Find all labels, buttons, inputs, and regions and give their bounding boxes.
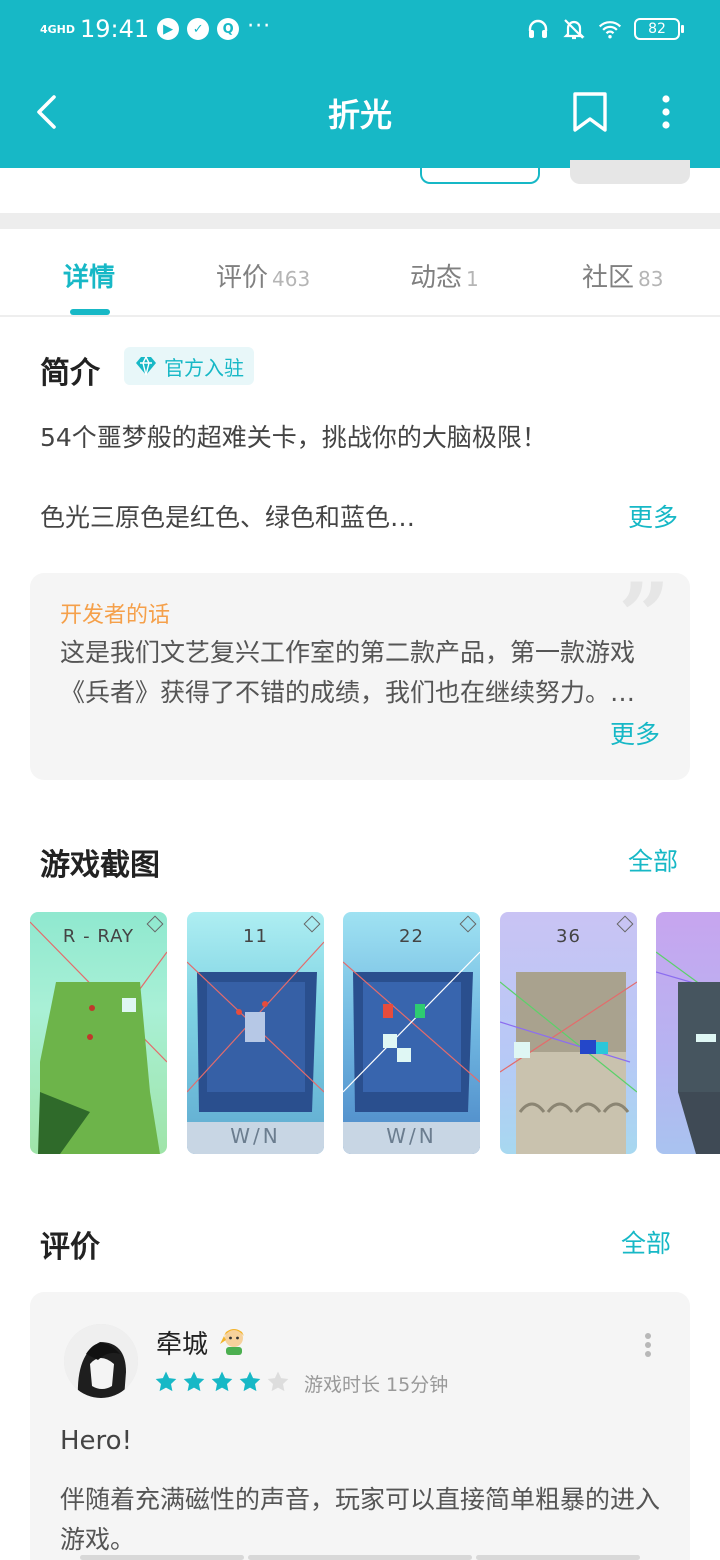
battery-indicator: 82 bbox=[634, 18, 684, 40]
rating-stars bbox=[154, 1370, 290, 1394]
review-body: 伴随着充满磁性的声音，玩家可以直接简单粗暴的进入游戏。 bbox=[60, 1485, 661, 1554]
screenshot-win-text: W/N bbox=[230, 1124, 281, 1148]
screenshot-scene bbox=[656, 951, 720, 1154]
diamond-icon bbox=[136, 356, 156, 376]
status-time: 19:41 bbox=[80, 15, 150, 43]
screenshots-all-link[interactable]: 全部 bbox=[628, 842, 678, 878]
screenshot-scene bbox=[500, 972, 637, 1154]
tab-label: 社区 bbox=[582, 263, 635, 293]
reviews-title: 评价 bbox=[40, 1230, 100, 1265]
screenshot-scene bbox=[343, 951, 480, 1154]
screenshot-label: 22 bbox=[399, 926, 424, 947]
tab-label: 详情 bbox=[63, 263, 116, 293]
tab-community[interactable]: 社区 83 bbox=[582, 257, 663, 294]
speed-icon: ✓ bbox=[187, 18, 210, 40]
active-tab-indicator bbox=[70, 309, 110, 315]
review-title: Hero! bbox=[60, 1426, 132, 1456]
headphones-icon bbox=[526, 17, 550, 41]
review-card[interactable]: 牵城 游戏时长 15分钟 Hero! 伴随着充满磁性的声音，玩家可以直接简单粗暴… bbox=[30, 1292, 690, 1560]
review-more-button[interactable] bbox=[644, 1332, 652, 1358]
screenshot-thumbnail[interactable]: 11 W/N bbox=[187, 912, 324, 1154]
tab-count: 463 bbox=[272, 267, 311, 291]
follow-button-fragment[interactable] bbox=[420, 160, 540, 184]
status-bar: 4GHD 19:41 ▶ ✓ Q ··· 82 bbox=[0, 0, 720, 58]
intro-line-2: 色光三原色是红色、绿色和蓝色… bbox=[40, 503, 416, 532]
tab-label: 动态 bbox=[410, 263, 463, 293]
screenshot-carousel[interactable]: R - RAY 11 W/N 22 W/N 36 bbox=[30, 912, 720, 1156]
star-filled-icon bbox=[155, 1371, 177, 1392]
developer-more-link[interactable]: 更多 bbox=[569, 715, 660, 751]
intro-line-1: 54个噩梦般的超难关卡，挑战你的大脑极限！ bbox=[40, 423, 547, 452]
screenshot-win-text: W/N bbox=[386, 1124, 437, 1148]
more-vertical-icon bbox=[662, 95, 670, 129]
tab-label: 评价 bbox=[216, 263, 269, 293]
developer-note-text: 这是我们文艺复兴工作室的第二款产品，第一款游戏《兵者》获得了不错的成绩，我们也在… bbox=[60, 638, 636, 707]
screenshot-thumbnail[interactable]: R - RAY bbox=[30, 912, 167, 1154]
user-badge-icon bbox=[218, 1324, 250, 1356]
tab-updates[interactable]: 动态 1 bbox=[410, 257, 479, 294]
star-filled-icon bbox=[211, 1371, 233, 1392]
more-notifications-icon: ··· bbox=[247, 13, 272, 39]
nav-bar: 折光 bbox=[0, 60, 720, 164]
bottom-scroll-hint bbox=[80, 1555, 244, 1560]
bottom-scroll-hint bbox=[476, 1555, 640, 1560]
app-header: 4GHD 19:41 ▶ ✓ Q ··· 82 折光 bbox=[0, 0, 720, 168]
more-options-button[interactable] bbox=[646, 88, 686, 136]
avatar-illustration bbox=[64, 1324, 138, 1398]
tab-reviews[interactable]: 评价 463 bbox=[216, 257, 310, 294]
screenshot-thumbnail[interactable]: 4 bbox=[656, 912, 720, 1154]
detail-tabs: 详情 评价 463 动态 1 社区 83 bbox=[0, 229, 720, 317]
status-left: 4GHD 19:41 ▶ ✓ Q ··· bbox=[40, 12, 271, 46]
status-right: 82 bbox=[526, 14, 684, 44]
screenshot-label: R - RAY bbox=[62, 926, 135, 947]
reviewer-name: 牵城 bbox=[156, 1330, 209, 1360]
play-time: 游戏时长 15分钟 bbox=[304, 1374, 449, 1396]
reviews-all-link[interactable]: 全部 bbox=[621, 1224, 671, 1260]
star-filled-icon bbox=[183, 1371, 205, 1392]
more-vertical-icon bbox=[645, 1333, 651, 1357]
screenshot-scene bbox=[187, 941, 324, 1154]
wifi-icon bbox=[598, 17, 622, 41]
intro-title: 简介 bbox=[40, 356, 100, 391]
section-divider bbox=[0, 213, 720, 229]
bookmark-icon bbox=[573, 92, 607, 132]
screenshot-label: 11 bbox=[243, 926, 268, 947]
intro-more-link[interactable]: 更多 bbox=[628, 498, 678, 534]
network-indicator: 4GHD bbox=[40, 22, 76, 36]
screenshot-scene bbox=[30, 921, 167, 1154]
tab-count: 1 bbox=[466, 267, 479, 291]
star-empty-icon bbox=[267, 1371, 289, 1392]
bookmark-button[interactable] bbox=[566, 88, 614, 136]
mute-bell-icon bbox=[562, 17, 586, 41]
download-button-fragment[interactable] bbox=[570, 160, 690, 184]
tab-count: 83 bbox=[638, 267, 664, 291]
media-icon: ▶ bbox=[157, 18, 180, 40]
star-filled-icon bbox=[239, 1371, 261, 1392]
screenshots-title: 游戏截图 bbox=[40, 848, 160, 883]
developer-note-title: 开发者的话 bbox=[60, 603, 171, 628]
screenshot-label: 36 bbox=[556, 926, 581, 947]
screenshot-thumbnail[interactable]: 36 bbox=[500, 912, 637, 1154]
bottom-scroll-hint bbox=[248, 1555, 472, 1560]
tab-details[interactable]: 详情 bbox=[63, 257, 115, 294]
official-badge: 官方入驻 bbox=[124, 347, 254, 385]
search-app-icon: Q bbox=[217, 18, 240, 40]
official-badge-label: 官方入驻 bbox=[164, 355, 244, 380]
screenshot-thumbnail[interactable]: 22 W/N bbox=[343, 912, 480, 1154]
developer-note-card: ” 开发者的话 这是我们文艺复兴工作室的第二款产品，第一款游戏《兵者》获得了不错… bbox=[30, 571, 690, 780]
avatar[interactable] bbox=[64, 1324, 138, 1398]
